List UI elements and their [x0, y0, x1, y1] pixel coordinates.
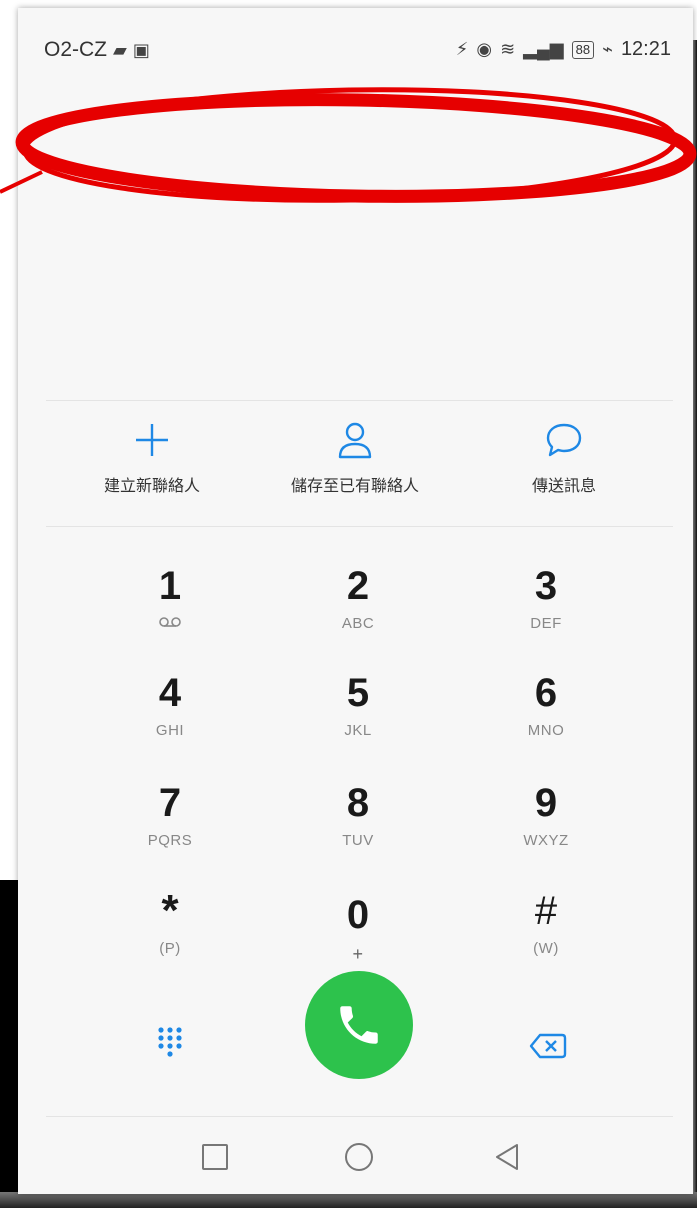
divider [46, 1116, 673, 1117]
screenshot-shadow [0, 1192, 697, 1208]
key-digit: 9 [534, 781, 558, 825]
notification-icon: ▰ [113, 39, 127, 60]
signal-icon: ▂▄▆ [523, 39, 564, 59]
battery-icon: 88 [571, 40, 595, 59]
key-letters: MNO [527, 722, 565, 739]
eye-comfort-icon: ◉ [476, 39, 493, 59]
key-5[interactable]: 5 JKL [268, 670, 448, 739]
key-letters: GHI [155, 722, 185, 739]
call-button[interactable] [305, 971, 413, 1079]
send-message-button[interactable]: 傳送訊息 [464, 420, 664, 496]
key-2[interactable]: 2 ABC [268, 563, 448, 632]
dialer-screen: O2-CZ ▰ ▣ ⚡ ◉ ≋ ▂▄▆ 88 ⌁ 12:21 建立新聯絡人 儲存… [18, 8, 693, 1194]
phone-icon [340, 1006, 378, 1044]
divider [46, 526, 673, 527]
key-letters: WXYZ [523, 832, 569, 849]
key-letters: PQRS [147, 832, 193, 849]
save-to-contact-button[interactable]: 儲存至已有聯絡人 [255, 420, 455, 496]
backspace-icon[interactable] [528, 1030, 568, 1062]
key-digit: 8 [346, 781, 370, 825]
key-letters: JKL [344, 722, 372, 739]
key-letters: + [352, 944, 364, 964]
create-contact-label: 建立新聯絡人 [103, 478, 200, 495]
save-to-contact-label: 儲存至已有聯絡人 [290, 478, 419, 495]
clock: 12:21 [620, 38, 671, 60]
plus-icon [52, 420, 252, 460]
key-digit: 4 [158, 671, 182, 715]
person-icon [255, 420, 455, 460]
key-letters: ABC [341, 615, 375, 632]
wifi-icon: ≋ [500, 39, 516, 59]
key-letters: (W) [533, 940, 559, 957]
key-7[interactable]: 7 PQRS [80, 780, 260, 849]
home-circle-icon[interactable] [336, 1134, 382, 1180]
carrier-name: O2-CZ [44, 38, 107, 61]
key-letters: (P) [159, 940, 181, 957]
send-message-label: 傳送訊息 [531, 478, 596, 495]
navigation-bar [18, 1120, 693, 1194]
key-3[interactable]: 3 DEF [456, 563, 636, 632]
voicemail-icon [80, 615, 260, 632]
key-letters: DEF [530, 615, 562, 632]
chat-bubble-icon [464, 420, 664, 460]
key-digit: 0 [346, 893, 370, 937]
key-1[interactable]: 1 [80, 563, 260, 632]
vibrate-icon: ⚡ [455, 39, 469, 59]
key-digit: 1 [158, 564, 182, 608]
create-contact-button[interactable]: 建立新聯絡人 [52, 420, 252, 496]
key-digit: 5 [346, 671, 370, 715]
key-digit: 3 [534, 564, 558, 608]
charging-icon: ⌁ [602, 39, 613, 59]
key-4[interactable]: 4 GHI [80, 670, 260, 739]
key-digit: 2 [346, 564, 370, 608]
key-digit: 7 [158, 781, 182, 825]
status-bar: O2-CZ ▰ ▣ ⚡ ◉ ≋ ▂▄▆ 88 ⌁ 12:21 [18, 8, 693, 86]
key-digit: # [534, 889, 558, 933]
key-letters: TUV [342, 832, 374, 849]
screenshot-shadow [693, 40, 697, 1208]
key-0[interactable]: 0 + [268, 892, 448, 965]
back-triangle-icon[interactable] [484, 1134, 530, 1180]
key-8[interactable]: 8 TUV [268, 780, 448, 849]
key-hash[interactable]: # (W) [456, 888, 636, 957]
dialpad-toggle-icon[interactable] [150, 1024, 190, 1064]
key-digit: * [161, 886, 179, 935]
key-digit: 6 [534, 671, 558, 715]
number-display[interactable] [18, 86, 693, 398]
news-app-icon: ▣ [132, 39, 150, 60]
key-6[interactable]: 6 MNO [456, 670, 636, 739]
recents-square-icon[interactable] [192, 1134, 238, 1180]
divider [46, 400, 673, 401]
key-9[interactable]: 9 WXYZ [456, 780, 636, 849]
key-star[interactable]: * (P) [80, 886, 260, 958]
